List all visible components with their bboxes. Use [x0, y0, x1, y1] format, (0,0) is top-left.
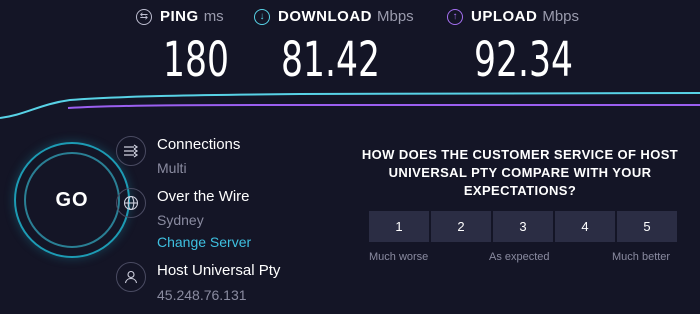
- rating-low-label: Much worse: [369, 251, 429, 263]
- connections-title: Connections: [157, 136, 241, 153]
- provider-name: Host Universal Pty: [157, 262, 281, 279]
- survey-question: HOW DOES THE CUSTOMER SERVICE OF HOST UN…: [361, 147, 679, 198]
- rating-option-3[interactable]: 3: [493, 211, 553, 242]
- server-location: Sydney: [157, 212, 204, 228]
- download-arrow-icon: ↓: [254, 8, 270, 25]
- ping-icon: ⇆: [136, 8, 152, 25]
- upload-graph-line: [67, 104, 700, 109]
- rating-high-label: Much better: [612, 251, 671, 263]
- rating-mid-label: As expected: [489, 251, 550, 263]
- rating-option-1[interactable]: 1: [369, 211, 429, 242]
- speed-graph: [0, 92, 700, 119]
- rating-option-4[interactable]: 4: [555, 211, 615, 242]
- ping-metric: ⇆ PING ms 180: [136, 8, 229, 88]
- rating-option-2[interactable]: 2: [431, 211, 491, 242]
- ping-label: PING: [160, 8, 199, 25]
- download-unit: Mbps: [377, 8, 414, 25]
- connections-value: Multi: [157, 160, 187, 176]
- download-metric: ↓ DOWNLOAD Mbps 81.42: [254, 8, 414, 88]
- go-button-ring: GO: [14, 142, 130, 258]
- rating-option-5[interactable]: 5: [617, 211, 677, 242]
- change-server-link[interactable]: Change Server: [157, 234, 251, 250]
- go-button[interactable]: GO: [24, 152, 120, 248]
- provider-ip: 45.248.76.131: [157, 287, 247, 303]
- globe-icon: [116, 188, 146, 218]
- server-name: Over the Wire: [157, 188, 250, 205]
- upload-unit: Mbps: [542, 8, 580, 25]
- rating-scale: 1 2 3 4 5: [369, 211, 677, 242]
- upload-arrow-icon: ↑: [447, 8, 463, 25]
- upload-metric: ↑ UPLOAD Mbps 92.34: [447, 8, 580, 88]
- connections-icon: [116, 136, 146, 166]
- ping-unit: ms: [203, 8, 224, 25]
- download-label: DOWNLOAD: [278, 8, 372, 25]
- user-icon: [116, 262, 146, 292]
- upload-label: UPLOAD: [471, 8, 538, 25]
